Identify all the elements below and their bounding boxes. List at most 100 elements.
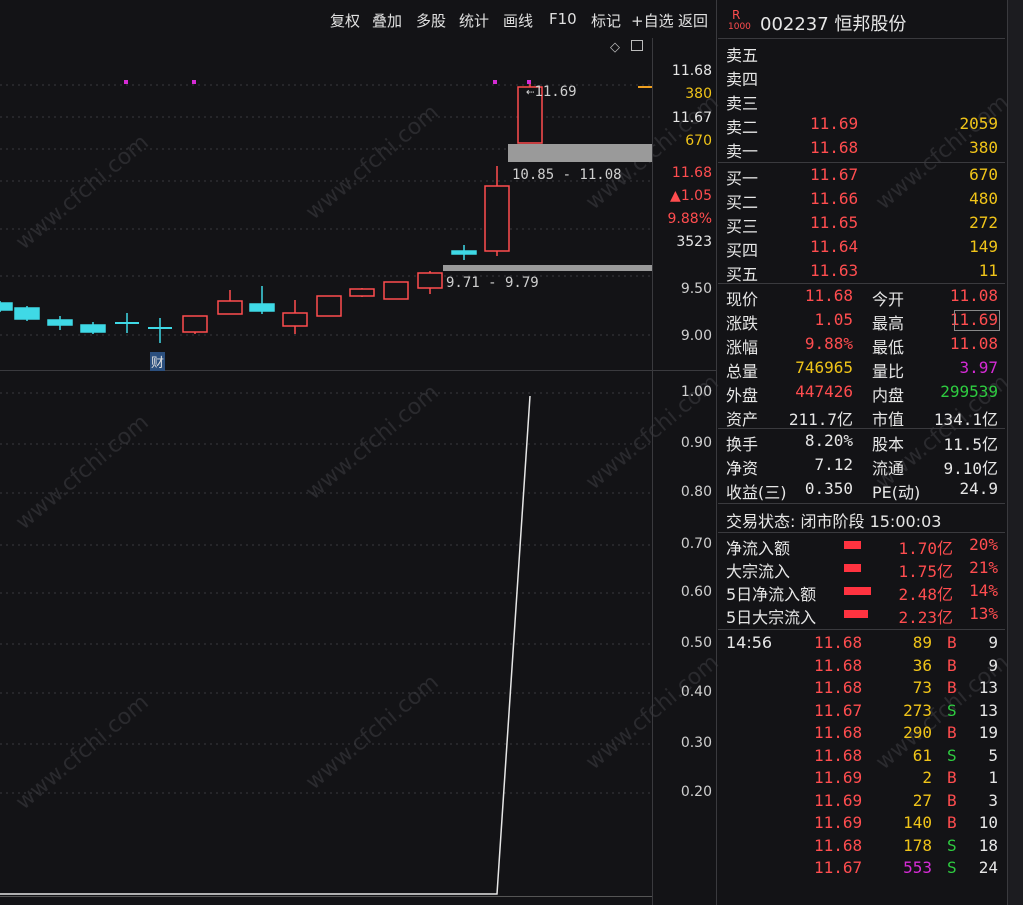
tick-side: B <box>947 790 957 810</box>
tick-side: B <box>947 813 957 832</box>
toolbar-add-watchlist[interactable]: +自选 <box>631 10 674 31</box>
axis-ask1-vol: 380 <box>685 86 712 102</box>
indicator-axis-label: 0.30 <box>680 735 712 751</box>
flow-amount: 2.48亿 <box>898 585 953 604</box>
order-book-buy-row[interactable]: 买一 11.67 670 <box>718 165 1005 189</box>
toolbar-multi-stock[interactable]: 多股 <box>416 10 446 31</box>
stat-value: 447426 <box>795 382 853 401</box>
stat-value: 9.88% <box>804 334 853 353</box>
candle-body <box>14 307 40 320</box>
stat-label: 净资 <box>726 459 759 478</box>
tick-price: 11.68 <box>814 655 863 675</box>
tick-side: B <box>947 768 957 787</box>
tick-count: 5 <box>988 745 998 765</box>
order-level-label: 卖二 <box>726 118 759 137</box>
side-toolbar[interactable] <box>1007 0 1023 905</box>
order-book-sell-row[interactable]: 卖二 11.69 2059 <box>718 114 1005 138</box>
stat-label: 量比 <box>872 362 905 381</box>
peak-annotation: ⇠11.69 <box>526 84 577 100</box>
stat-value: 11.08 <box>949 286 998 305</box>
stat-label: 今开 <box>872 290 905 309</box>
tick-count: 9 <box>988 633 998 652</box>
axis-bid1-vol: 670 <box>685 133 712 149</box>
order-price: 11.69 <box>810 114 859 133</box>
candle-body <box>417 272 443 289</box>
indicator-chart[interactable] <box>0 371 652 905</box>
candle-body <box>47 319 73 326</box>
candle-body <box>80 324 106 333</box>
stat-label: 流通 <box>872 459 905 478</box>
toolbar-draw-line[interactable]: 画线 <box>503 10 533 31</box>
toolbar-mark[interactable]: 标记 <box>591 10 621 31</box>
tick-row: 11.69 2 B 1 <box>718 768 1005 792</box>
stat-row: 换手 8.20% 股本 11.5亿 <box>718 431 1005 455</box>
candle-body <box>249 303 275 312</box>
stat-row: 资产 211.7亿 市值 134.1亿 <box>718 406 1005 430</box>
order-volume: 670 <box>969 165 998 184</box>
tick-price: 11.69 <box>814 790 863 810</box>
order-volume: 272 <box>969 213 998 232</box>
indicator-axis-label: 0.70 <box>680 536 712 552</box>
stat-label: 涨跌 <box>726 314 759 333</box>
stat-row: 净资 7.12 流通 9.10亿 <box>718 455 1005 479</box>
capital-flow-row: 5日净流入额 2.48亿 14% <box>718 581 1005 605</box>
badge-1000: 1000 <box>728 22 751 32</box>
stat-row: 涨幅 9.88% 最低 11.08 <box>718 334 1005 358</box>
order-book-buy-row[interactable]: 买五 11.63 11 <box>718 261 1005 285</box>
tick-volume: 273 <box>903 700 932 720</box>
stat-label: 收益(三) <box>726 483 787 502</box>
indicator-axis-label: 0.50 <box>680 635 712 651</box>
order-level-label: 买一 <box>726 169 759 188</box>
toolbar-overlay[interactable]: 叠加 <box>372 10 402 31</box>
indicator-axis-label: 0.80 <box>680 484 712 500</box>
tick-side: B <box>947 655 957 675</box>
stat-row: 外盘 447426 内盘 299539 <box>718 382 1005 406</box>
toolbar-fuquan[interactable]: 复权 <box>330 10 360 31</box>
tick-side: B <box>947 633 957 652</box>
order-price: 11.63 <box>810 261 859 280</box>
tick-count: 13 <box>978 678 998 697</box>
order-book-buy-row[interactable]: 买四 11.64 149 <box>718 237 1005 261</box>
flow-bar <box>844 541 861 549</box>
badge-r: R <box>732 8 741 22</box>
tick-row: 11.69 27 B 3 <box>718 791 1005 815</box>
candle-body <box>349 288 375 297</box>
flow-label: 5日大宗流入 <box>726 608 817 627</box>
tick-count: 18 <box>978 835 998 855</box>
toolbar-stats[interactable]: 统计 <box>459 10 489 31</box>
tick-price: 11.67 <box>814 700 863 720</box>
order-book-buy-row[interactable]: 买三 11.65 272 <box>718 213 1005 237</box>
stat-value: 3.97 <box>959 358 998 377</box>
stat-value: 299539 <box>940 382 998 401</box>
tick-side: B <box>947 678 957 697</box>
tick-volume: 61 <box>912 745 932 765</box>
tick-volume: 73 <box>912 678 932 697</box>
stat-label: 资产 <box>726 410 759 429</box>
order-book-buy-row[interactable]: 买二 11.66 480 <box>718 189 1005 213</box>
order-book-sell-row[interactable]: 卖三 <box>718 90 1005 114</box>
range-bar-lower <box>443 265 652 271</box>
toolbar-back[interactable]: 返回 <box>678 10 708 31</box>
order-book-sell-row[interactable]: 卖四 <box>718 66 1005 90</box>
finance-marker[interactable]: 财 <box>150 352 166 371</box>
tick-price: 11.69 <box>814 813 863 832</box>
tick-price: 11.68 <box>814 745 863 765</box>
axis-ask1: 11.68 <box>671 63 712 79</box>
flow-pct: 21% <box>969 558 998 577</box>
flow-label: 净流入额 <box>726 539 791 558</box>
order-book-sell-row[interactable]: 卖一 11.68 380 <box>718 138 1005 162</box>
order-level-label: 买三 <box>726 217 759 236</box>
order-volume: 11 <box>978 261 998 280</box>
order-book-sell-row[interactable]: 卖五 <box>718 42 1005 66</box>
order-level-label: 买四 <box>726 241 759 260</box>
tick-price: 11.68 <box>814 723 863 742</box>
flow-amount: 1.70亿 <box>898 539 953 558</box>
flow-amount: 2.23亿 <box>898 608 953 627</box>
tick-price: 11.68 <box>814 835 863 855</box>
r-badge: R 1000 <box>728 8 751 34</box>
tick-count: 13 <box>978 700 998 720</box>
toolbar-f10[interactable]: F10 <box>549 10 577 28</box>
stat-value: 746965 <box>795 358 853 377</box>
tick-row: 11.68 89 B 9 <box>718 633 1005 657</box>
tick-volume: 27 <box>912 790 932 810</box>
